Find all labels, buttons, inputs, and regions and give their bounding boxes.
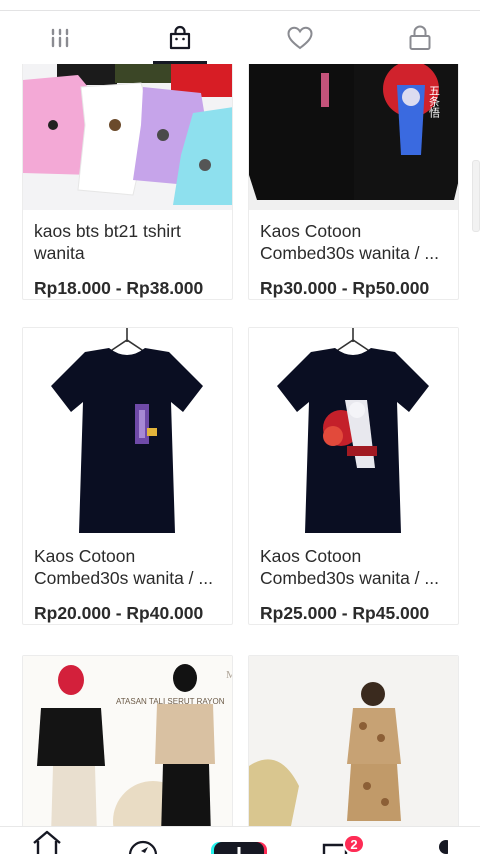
product-grid: kaos bts bt21 tshirt wanita Rp18.000 - R… (0, 64, 480, 826)
profile-icon (439, 840, 448, 854)
product-title: Kaos Cotoon Combed30s wanita / ... (260, 546, 439, 588)
product-title: kaos bts bt21 tshirt wanita (34, 221, 181, 263)
product-image (249, 328, 458, 535)
product-card[interactable]: 五条悟 Kaos Cotoon Combed30s wanita / ... R… (248, 64, 459, 300)
product-card[interactable] (248, 655, 459, 826)
product-price: Rp18.000 - Rp38.000 (34, 278, 204, 298)
product-price: Rp20.000 - Rp40.000 (34, 603, 204, 623)
product-photo-text: 五条悟 (428, 85, 441, 119)
inbox-badge: 2 (343, 834, 365, 854)
bottom-navigation (0, 826, 480, 854)
tab-liked[interactable] (240, 11, 360, 64)
scrollbar-thumb[interactable] (472, 160, 480, 232)
nav-create[interactable] (209, 827, 269, 854)
product-image: ATASAN TALI SERUT RAYON M (23, 656, 232, 826)
product-title: Kaos Cotoon Combed30s wanita / ... (260, 221, 439, 263)
product-image: 五条悟 (249, 64, 458, 210)
active-tab-indicator (153, 61, 207, 64)
nav-home[interactable] (17, 827, 77, 854)
product-card[interactable]: ATASAN TALI SERUT RAYON M (22, 655, 233, 826)
grid-icon (51, 28, 69, 47)
lock-icon (409, 25, 431, 50)
tab-shop[interactable] (120, 11, 240, 64)
product-price: Rp30.000 - Rp50.000 (260, 278, 430, 298)
product-image (249, 656, 458, 826)
tab-private[interactable] (360, 11, 480, 64)
home-icon (33, 830, 61, 854)
product-image (23, 64, 232, 210)
product-image (23, 328, 232, 535)
tab-videos[interactable] (0, 11, 120, 64)
product-card[interactable]: kaos bts bt21 tshirt wanita Rp18.000 - R… (22, 64, 233, 300)
product-photo-text: M (226, 669, 232, 681)
nav-discover[interactable] (113, 827, 173, 854)
profile-tab-bar (0, 11, 480, 64)
product-card[interactable]: Kaos Cotoon Combed30s wanita / ... Rp20.… (22, 327, 233, 625)
product-title: Kaos Cotoon Combed30s wanita / ... (34, 546, 213, 588)
product-card[interactable]: Kaos Cotoon Combed30s wanita / ... Rp25.… (248, 327, 459, 625)
product-price: Rp25.000 - Rp45.000 (260, 603, 430, 623)
nav-profile[interactable] (402, 827, 462, 854)
discover-icon (128, 840, 158, 854)
shopping-bag-icon (169, 25, 191, 49)
create-icon (211, 842, 267, 854)
heart-icon (287, 26, 313, 49)
